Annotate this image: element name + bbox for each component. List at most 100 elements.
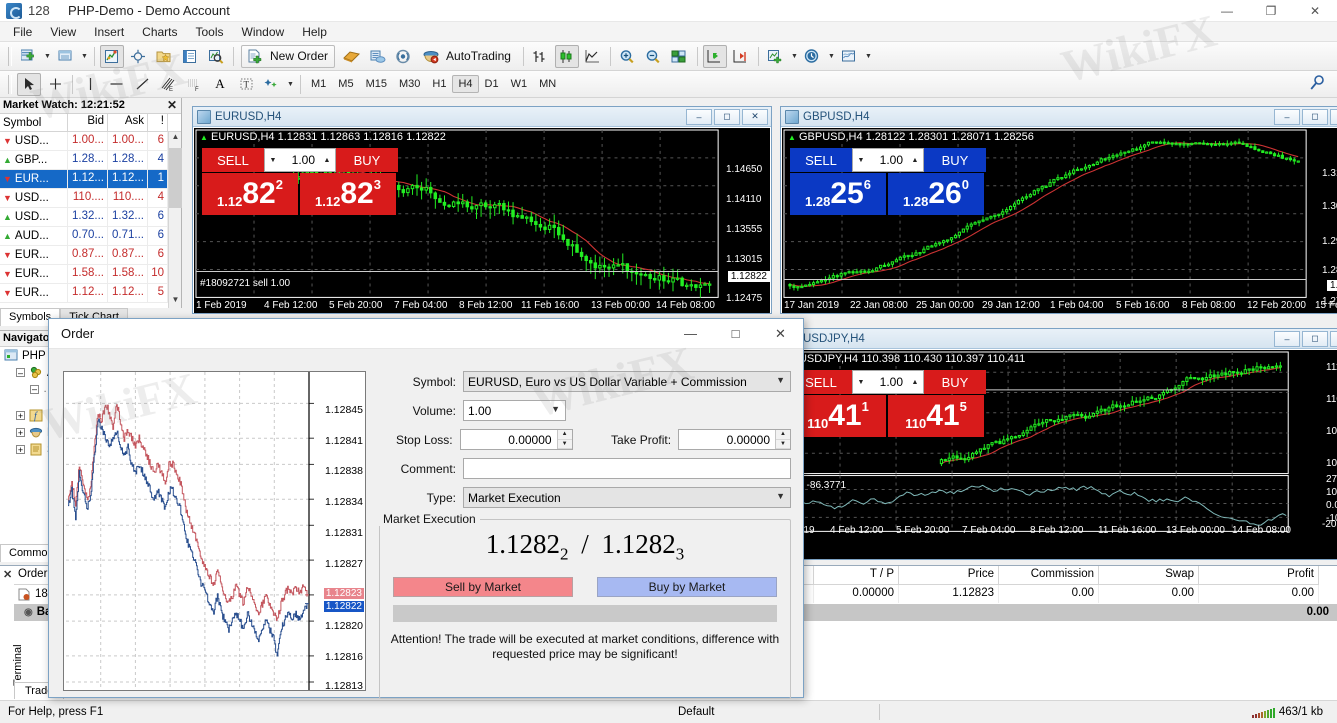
chart-close-button[interactable]: ✕ <box>1330 330 1337 347</box>
sell-by-market-button[interactable]: Sell by Market <box>393 577 573 597</box>
table-row[interactable]: ▼ EUR... 1.12... 1.12... 1 <box>0 170 181 189</box>
chart-close-button[interactable]: ✕ <box>742 108 768 125</box>
zoom-in-icon[interactable] <box>616 45 640 68</box>
volume-stepper[interactable]: ▼ 1.00 ▲ <box>852 370 924 394</box>
table-row[interactable]: ▼ EUR... 0.87... 0.87... 6 <box>0 246 181 265</box>
chart-window-dropdown-icon[interactable]: ▼ <box>79 45 90 68</box>
chart-minimize-button[interactable]: – <box>1274 108 1300 125</box>
menu-help[interactable]: Help <box>293 23 336 41</box>
restore-button[interactable]: ❐ <box>1249 0 1293 22</box>
horizontal-line-icon[interactable] <box>104 73 128 96</box>
scroll-up-icon[interactable]: ▲ <box>169 132 182 147</box>
templates-icon[interactable] <box>152 45 176 68</box>
sell-price-box[interactable]: 1.12 82 2 <box>202 173 298 215</box>
period-dropdown-icon[interactable]: ▼ <box>826 45 837 68</box>
take-profit-stepper[interactable]: ▲ ▼ <box>775 430 791 449</box>
table-row[interactable]: ▲ GBP... 1.28... 1.28... 4 <box>0 151 181 170</box>
col-symbol[interactable]: Symbol <box>0 114 68 131</box>
crosshair-icon[interactable] <box>43 73 67 96</box>
shapes-icon[interactable] <box>260 73 284 96</box>
symbol-select[interactable]: EURUSD, Euro vs US Dollar Variable + Com… <box>463 371 791 392</box>
buy-button[interactable]: BUY <box>924 148 986 172</box>
one-click-trading-gbpusd[interactable]: SELL ▼ 1.00 ▲ BUY 1.28 25 6 1.28 26 0 <box>790 148 986 215</box>
col-swap[interactable]: Swap <box>1099 566 1199 584</box>
period-icon[interactable] <box>801 45 825 68</box>
period-h1[interactable]: H1 <box>426 75 452 93</box>
volume-up-icon[interactable]: ▲ <box>907 157 923 164</box>
data-window-icon[interactable] <box>178 45 202 68</box>
market-watch-scrollbar[interactable]: ▲ ▼ <box>168 132 182 310</box>
period-m5[interactable]: M5 <box>332 75 359 93</box>
chart-canvas-eurusd[interactable]: ▲ EURUSD,H4 1.12831 1.12863 1.12816 1.12… <box>194 128 770 314</box>
period-w1[interactable]: W1 <box>505 75 534 93</box>
tile-windows-icon[interactable] <box>668 45 692 68</box>
expand-icon[interactable]: + <box>16 445 25 455</box>
close-button[interactable]: ✕ <box>1293 0 1337 22</box>
chart-restore-button[interactable]: ◻ <box>1302 330 1328 347</box>
new-chart-icon[interactable] <box>17 45 41 68</box>
new-chart-dropdown-icon[interactable]: ▼ <box>42 45 53 68</box>
chart-canvas-usdjpy[interactable]: ▲ USDJPY,H4 110.398 110.430 110.397 110.… <box>782 350 1337 560</box>
template-icon[interactable] <box>838 45 862 68</box>
chevron-down-icon[interactable]: ▼ <box>776 491 785 501</box>
volume-down-icon[interactable]: ▼ <box>853 157 869 164</box>
table-row[interactable]: ▼ EUR... 1.58... 1.58... 10 <box>0 265 181 284</box>
expand-icon[interactable]: + <box>16 428 25 438</box>
signals-icon[interactable] <box>391 45 415 68</box>
zoom-out-icon[interactable] <box>642 45 666 68</box>
trendline-icon[interactable] <box>130 73 154 96</box>
volume-stepper[interactable]: ▼ 1.00 ▲ <box>852 148 924 172</box>
line-chart-icon[interactable] <box>581 45 605 68</box>
minimize-button[interactable]: — <box>1205 0 1249 22</box>
period-mn[interactable]: MN <box>533 75 562 93</box>
auto-scroll-icon[interactable] <box>729 45 753 68</box>
scrollbar-thumb[interactable] <box>169 148 182 208</box>
expand-icon[interactable]: + <box>16 411 25 421</box>
fibonacci-icon[interactable]: F <box>182 73 206 96</box>
equidistant-channel-icon[interactable]: E <box>156 73 180 96</box>
buy-button[interactable]: BUY <box>924 370 986 394</box>
new-order-button[interactable]: New Order <box>241 44 336 68</box>
menu-tools[interactable]: Tools <box>187 23 233 41</box>
buy-price-box[interactable]: 110 41 5 <box>888 395 984 437</box>
chart-shift-icon[interactable] <box>702 44 727 68</box>
chart-window-usdjpy[interactable]: USDJPY,H4 – ◻ ✕ ▲ USDJPY,H4 110.398 110.… <box>780 328 1337 560</box>
menu-insert[interactable]: Insert <box>85 23 133 41</box>
cursor-icon[interactable] <box>17 72 41 96</box>
menu-window[interactable]: Window <box>233 23 294 41</box>
text-label-icon[interactable]: A <box>208 73 232 96</box>
chart-restore-button[interactable]: ◻ <box>714 108 740 125</box>
buy-button[interactable]: BUY <box>336 148 398 172</box>
volume-value[interactable]: 1.00 <box>281 153 319 167</box>
volume-up-icon[interactable]: ▲ <box>907 379 923 386</box>
indicator-list-icon[interactable] <box>764 45 788 68</box>
chart-window-icon[interactable] <box>54 45 78 68</box>
table-row[interactable]: ▲ AUD... 0.70... 0.71... 6 <box>0 227 181 246</box>
chart-minimize-button[interactable]: – <box>686 108 712 125</box>
volume-value[interactable]: 1.00 <box>869 375 907 389</box>
market-watch-close-icon[interactable]: ✕ <box>167 98 177 112</box>
period-h4[interactable]: H4 <box>452 75 479 93</box>
chart-minimize-button[interactable]: – <box>1274 330 1300 347</box>
table-row[interactable]: ▼ USD... 110.... 110.... 4 <box>0 189 181 208</box>
collapse-icon[interactable]: – <box>16 368 25 378</box>
volume-down-icon[interactable]: ▼ <box>853 379 869 386</box>
table-row[interactable]: ▼ USD... 1.00... 1.00... 6 <box>0 132 181 151</box>
chevron-down-icon[interactable]: ▼ <box>776 375 785 385</box>
volume-value[interactable]: 1.00 <box>869 153 907 167</box>
take-profit-input[interactable]: 0.00000 ▲ ▼ <box>678 429 792 450</box>
buy-price-box[interactable]: 1.12 82 3 <box>300 173 396 215</box>
col-bid[interactable]: Bid <box>68 114 108 131</box>
sell-button[interactable]: SELL <box>790 148 852 172</box>
metaeditor-icon[interactable] <box>339 45 363 68</box>
collapse-icon[interactable]: – <box>30 384 39 394</box>
order-tick-chart[interactable]: EURUSD 1.12845 1.12841 1.12838 1.12834 1… <box>63 371 366 692</box>
chart-close-button[interactable]: ✕ <box>1330 108 1337 125</box>
menu-file[interactable]: File <box>4 23 41 41</box>
menu-view[interactable]: View <box>41 23 85 41</box>
chart-window-gbpusd[interactable]: GBPUSD,H4 – ◻ ✕ ▲ GBPUSD,H4 1.28122 1.28… <box>780 106 1337 314</box>
period-m1[interactable]: M1 <box>305 75 332 93</box>
menu-charts[interactable]: Charts <box>133 23 186 41</box>
text-icon[interactable]: T <box>234 73 258 96</box>
chart-restore-button[interactable]: ◻ <box>1302 108 1328 125</box>
